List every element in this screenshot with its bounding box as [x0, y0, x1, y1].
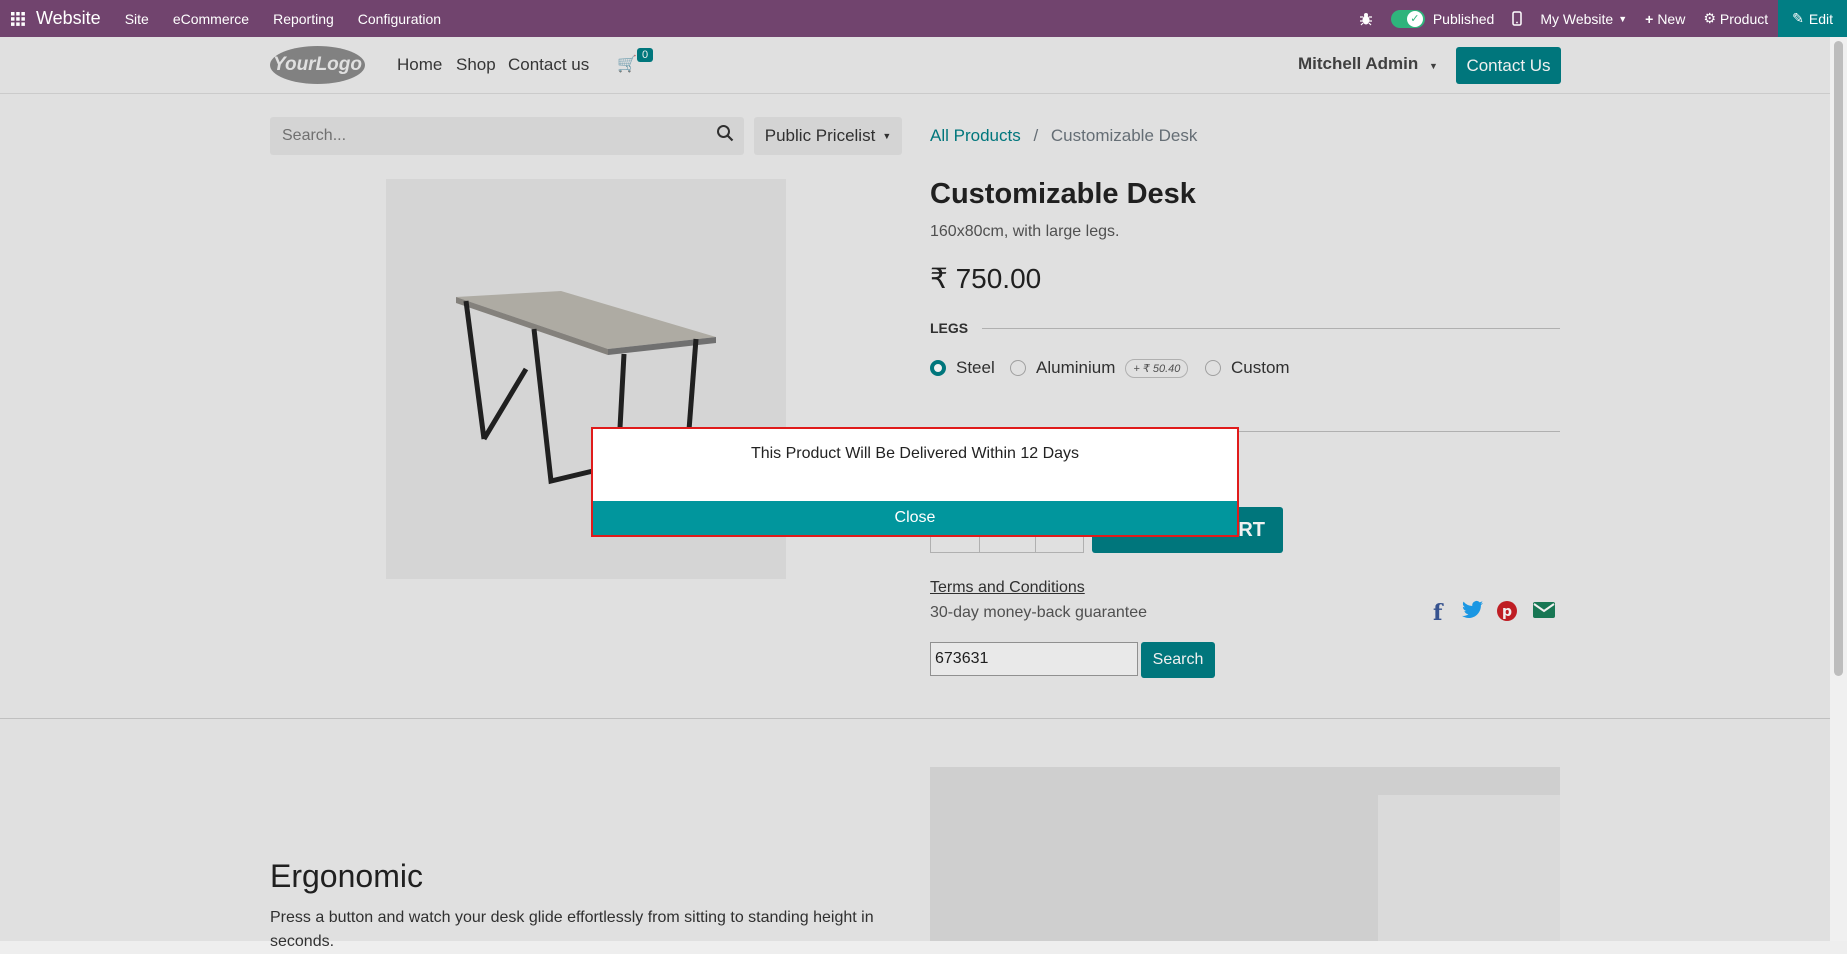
- menu-site[interactable]: Site: [125, 11, 149, 27]
- website-switcher-label: My Website: [1540, 10, 1614, 27]
- product-button[interactable]: ⚙ Product: [1703, 10, 1768, 27]
- gear-icon: ⚙: [1703, 10, 1716, 26]
- mobile-preview-icon[interactable]: [1512, 11, 1523, 26]
- edit-label: Edit: [1808, 10, 1833, 27]
- menu-reporting[interactable]: Reporting: [273, 11, 334, 27]
- toggle-switch-icon: [1390, 9, 1425, 28]
- new-button[interactable]: + New: [1645, 11, 1685, 27]
- published-toggle[interactable]: Published: [1390, 9, 1495, 28]
- scrollbar-thumb[interactable]: [1834, 41, 1843, 676]
- pencil-icon: ✎: [1792, 10, 1804, 26]
- admin-topbar: Website Site eCommerce Reporting Configu…: [0, 0, 1847, 37]
- new-label: New: [1657, 10, 1686, 27]
- menu-configuration[interactable]: Configuration: [358, 11, 441, 27]
- website-switcher[interactable]: My Website ▼: [1540, 11, 1627, 27]
- close-button[interactable]: Close: [593, 501, 1237, 535]
- plus-icon: +: [1645, 10, 1654, 27]
- popup-message: This Product Will Be Delivered Within 12…: [750, 445, 1080, 462]
- published-label: Published: [1432, 10, 1495, 27]
- caret-down-icon: ▼: [1618, 13, 1628, 24]
- apps-grid-icon[interactable]: [0, 0, 36, 37]
- edit-button[interactable]: ✎ Edit: [1778, 0, 1847, 37]
- page-scrollbar[interactable]: [1830, 37, 1847, 941]
- product-label: Product: [1719, 10, 1769, 27]
- menu-ecommerce[interactable]: eCommerce: [173, 11, 249, 27]
- app-brand[interactable]: Website: [36, 8, 101, 29]
- delivery-popup: This Product Will Be Delivered Within 12…: [591, 427, 1239, 537]
- debug-bug-icon[interactable]: [1359, 12, 1373, 26]
